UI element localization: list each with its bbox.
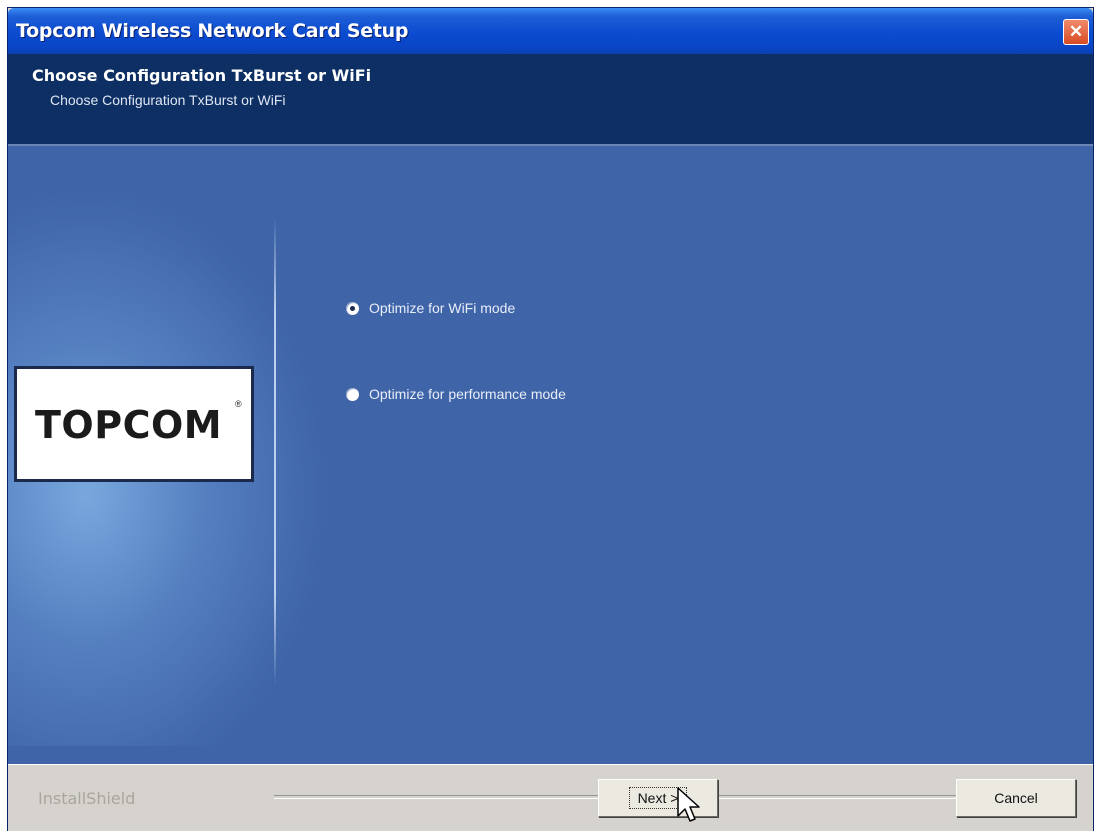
header-subtitle: Choose Configuration TxBurst or WiFi (50, 92, 286, 108)
close-icon[interactable]: ✕ (1063, 19, 1089, 45)
window-title: Topcom Wireless Network Card Setup (16, 20, 409, 42)
topcom-logo: TOPCOM ® (14, 366, 254, 482)
radio-button-icon[interactable] (346, 301, 359, 315)
logo-text: TOPCOM (35, 403, 223, 447)
cancel-button[interactable]: Cancel (956, 779, 1076, 817)
logo-registered-mark: ® (235, 399, 242, 409)
radio-option-performance[interactable]: Optimize for performance mode (346, 386, 566, 402)
radio-button-icon[interactable] (346, 387, 359, 401)
radio-label-performance: Optimize for performance mode (369, 386, 566, 402)
wizard-footer: InstallShield Next > Cancel (8, 764, 1093, 831)
installshield-label: InstallShield (38, 789, 136, 808)
title-bar[interactable]: Topcom Wireless Network Card Setup ✕ (8, 8, 1093, 54)
setup-window: Topcom Wireless Network Card Setup ✕ Cho… (8, 8, 1093, 831)
wizard-content: TOPCOM ® Optimize for WiFi mode Optimize… (8, 146, 1093, 764)
header-title: Choose Configuration TxBurst or WiFi (32, 66, 372, 85)
mouse-cursor-icon (677, 787, 700, 822)
radio-option-wifi[interactable]: Optimize for WiFi mode (346, 300, 515, 316)
wizard-header: Choose Configuration TxBurst or WiFi Cho… (8, 54, 1093, 144)
vertical-divider (274, 216, 276, 686)
radio-label-wifi: Optimize for WiFi mode (369, 300, 516, 316)
